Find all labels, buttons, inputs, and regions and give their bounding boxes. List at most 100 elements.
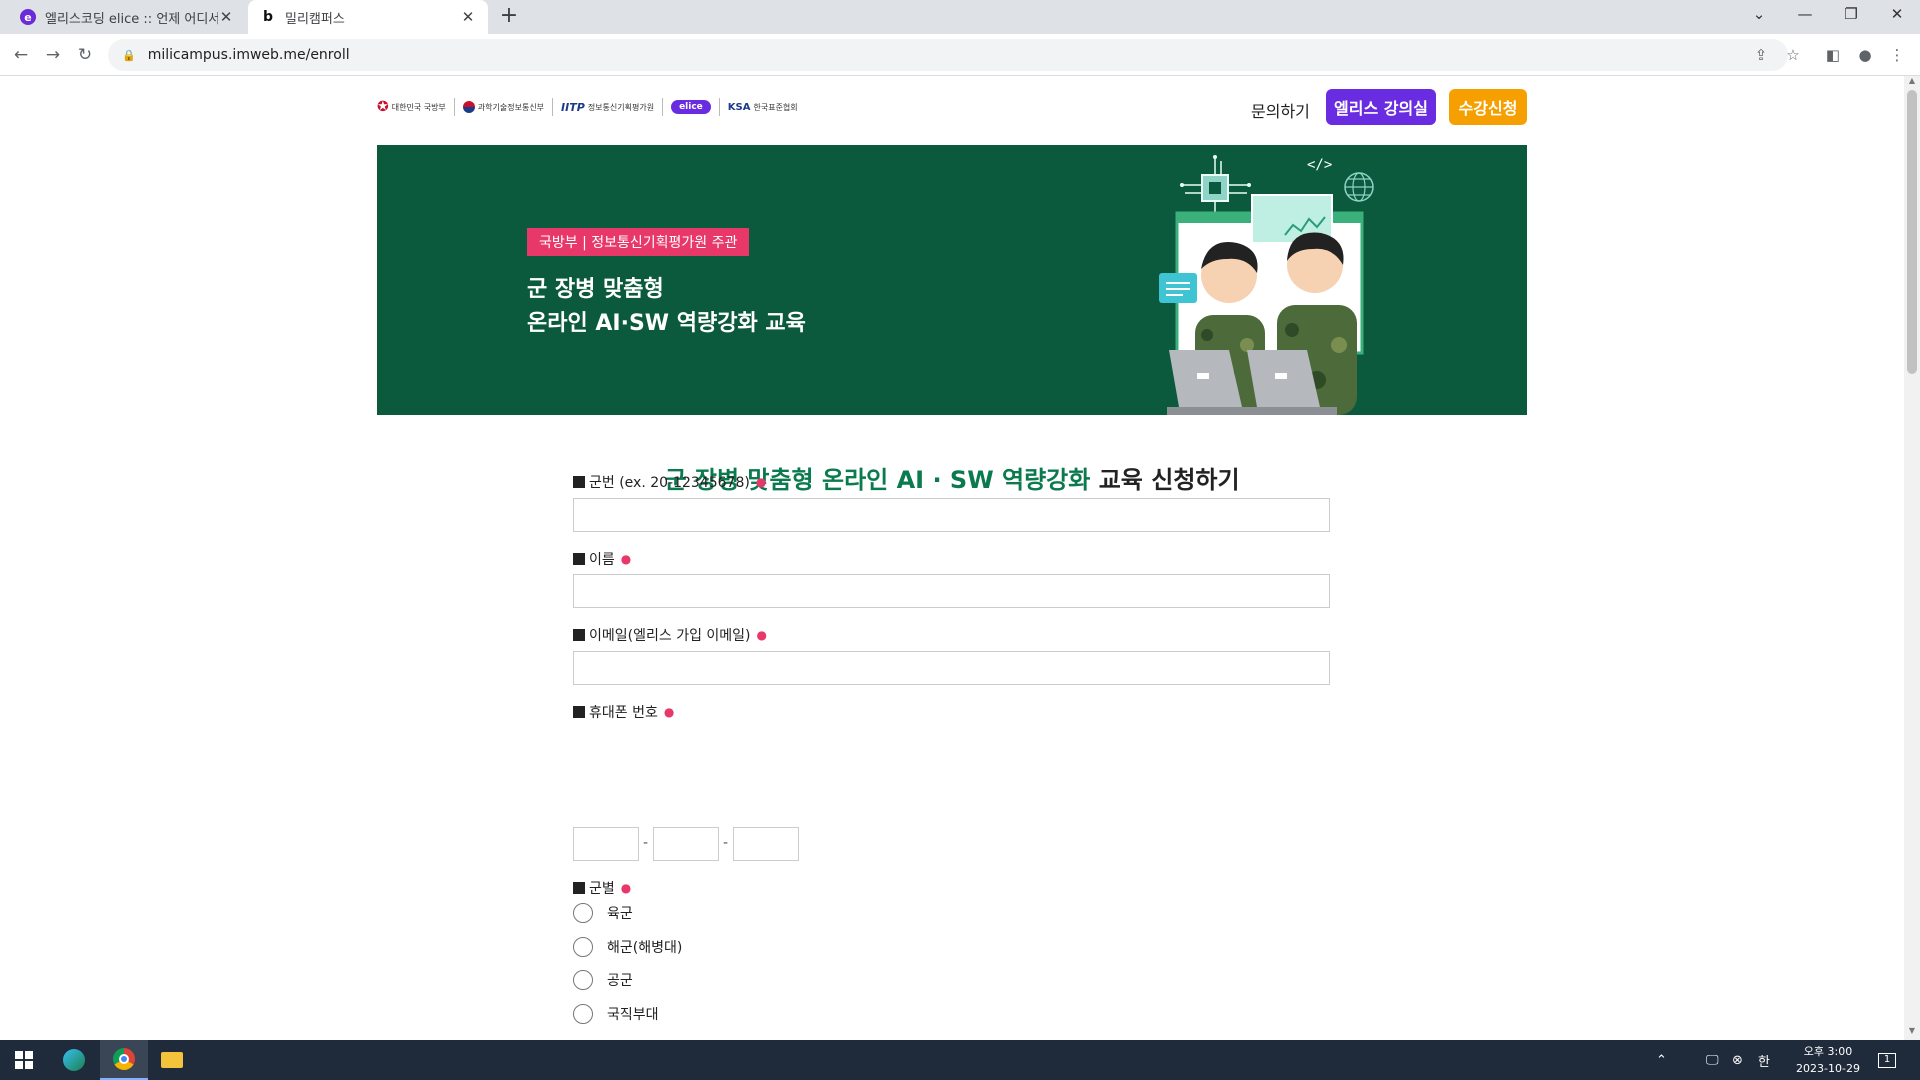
- volume-muted-icon[interactable]: ⊗: [1732, 1040, 1743, 1080]
- back-icon[interactable]: ←: [8, 42, 34, 68]
- chip-icon: [1180, 155, 1251, 215]
- branch-option-label: 해군(해병대): [607, 940, 683, 956]
- reload-icon[interactable]: ↻: [72, 42, 98, 68]
- edge-taskbar-button[interactable]: [50, 1040, 98, 1080]
- start-button[interactable]: [0, 1040, 48, 1080]
- network-icon[interactable]: 🖵: [1706, 1040, 1719, 1080]
- mnd-emblem-icon: ✪: [377, 99, 389, 115]
- inquiry-link[interactable]: 문의하기: [1251, 98, 1310, 122]
- phone-part2-input[interactable]: [653, 827, 719, 861]
- enroll-button[interactable]: 수강신청: [1449, 89, 1527, 125]
- phone-separator: -: [643, 835, 649, 851]
- close-window-button[interactable]: ✕: [1874, 0, 1920, 30]
- organizer-tag: 국방부 | 정보통신기획평가원 주관: [527, 228, 750, 256]
- windows-taskbar: ⌃ 🖵 ⊗ 한 오후 3:00 2023-10-29 1: [0, 1040, 1920, 1080]
- banner-heading: 군 장병 맞춤형 온라인 AI·SW 역량강화 교육: [527, 273, 806, 341]
- tab-title: 엘리스코딩 elice :: 언제 어디서: [45, 11, 218, 27]
- taegeuk-icon: [462, 101, 475, 113]
- radio-button[interactable]: [573, 1004, 593, 1024]
- iitp-logo-mark: IITP: [561, 100, 585, 114]
- show-hidden-icons-icon[interactable]: ⌃: [1656, 1040, 1667, 1080]
- page-scrollbar[interactable]: ▲ ▼: [1904, 76, 1920, 1040]
- bookmark-star-icon[interactable]: ☆: [1780, 42, 1806, 68]
- phone-part1-input[interactable]: [573, 827, 639, 861]
- required-dot-icon: ●: [663, 705, 675, 719]
- forward-icon[interactable]: →: [40, 42, 66, 68]
- hero-banner: 국방부 | 정보통신기획평가원 주관 군 장병 맞춤형 온라인 AI·SW 역량…: [377, 145, 1527, 415]
- elice-logo-text: elice: [671, 100, 711, 114]
- notification-center-icon[interactable]: 1: [1878, 1040, 1896, 1080]
- system-clock[interactable]: 오후 3:00 2023-10-29: [1786, 1043, 1870, 1077]
- close-tab-icon[interactable]: ✕: [460, 8, 476, 26]
- browser-tab-bar: e 엘리스코딩 elice :: 언제 어디서 ✕ b 밀리캠퍼스 ✕ + ⌄ …: [0, 0, 1920, 34]
- radio-button[interactable]: [573, 903, 593, 923]
- tab-search-icon[interactable]: ⌄: [1736, 0, 1782, 30]
- radio-button[interactable]: [573, 937, 593, 957]
- bullet-square-icon: [573, 882, 585, 894]
- email-label-text: 이메일(엘리스 가입 이메일): [589, 628, 751, 644]
- form-title: 군 장병 맞춤형 온라인 AI · SW 역량강화 교육 신청하기: [0, 460, 1904, 495]
- browser-tab-milicampus[interactable]: b 밀리캠퍼스 ✕: [248, 0, 488, 34]
- logo-divider: [552, 98, 554, 116]
- iitp-logo-text: 정보통신기획평가원: [587, 102, 655, 112]
- phone-label: 휴대폰 번호 ●: [573, 702, 674, 722]
- service-number-label-text: 군번 (ex. 20-12345678): [589, 475, 750, 491]
- site-header: ✪ 대한민국 국방부 과학기술정보통신부 IITP 정보통신기획평가원 elic…: [377, 88, 1527, 128]
- branch-option-direct-unit[interactable]: 국직부대: [573, 1004, 659, 1024]
- close-tab-icon[interactable]: ✕: [218, 8, 234, 26]
- edge-icon: [63, 1049, 85, 1071]
- clock-time: 오후 3:00: [1803, 1045, 1853, 1058]
- share-icon[interactable]: ⇪: [1748, 42, 1774, 68]
- lock-icon: 🔒: [122, 48, 136, 62]
- ime-language-icon[interactable]: 한: [1758, 1040, 1770, 1080]
- msit-logo[interactable]: 과학기술정보통신부: [462, 101, 545, 113]
- form-title-suffix: 교육 신청하기: [1098, 466, 1240, 494]
- bullet-square-icon: [573, 706, 585, 718]
- branch-label-text: 군별: [589, 881, 615, 897]
- name-label-text: 이름: [589, 552, 615, 568]
- phone-separator: -: [723, 835, 729, 851]
- tab-title: 밀리캠퍼스: [285, 11, 345, 27]
- mnd-logo[interactable]: ✪ 대한민국 국방부: [377, 99, 446, 115]
- required-dot-icon: ●: [620, 552, 632, 566]
- scrollbar-thumb[interactable]: [1907, 90, 1917, 374]
- branch-option-label: 육군: [607, 906, 633, 922]
- branch-option-army[interactable]: 육군: [573, 903, 633, 923]
- address-bar[interactable]: 🔒 milicampus.imweb.me/enroll: [108, 39, 1788, 71]
- globe-icon: [1344, 172, 1374, 202]
- chrome-taskbar-button[interactable]: [100, 1040, 148, 1080]
- scroll-up-icon[interactable]: ▲: [1904, 76, 1920, 90]
- elice-classroom-button[interactable]: 엘리스 강의실: [1326, 89, 1436, 125]
- branch-option-airforce[interactable]: 공군: [573, 970, 633, 990]
- page-content: ✪ 대한민국 국방부 과학기술정보통신부 IITP 정보통신기획평가원 elic…: [0, 76, 1904, 1040]
- logo-divider: [718, 98, 720, 116]
- msit-logo-text: 과학기술정보통신부: [477, 102, 545, 112]
- minimize-button[interactable]: —: [1782, 0, 1828, 30]
- imweb-favicon-icon: b: [262, 9, 274, 25]
- phone-label-text: 휴대폰 번호: [589, 705, 658, 721]
- bullet-square-icon: [573, 553, 585, 565]
- name-input[interactable]: [573, 574, 1330, 608]
- elice-logo[interactable]: elice: [671, 100, 711, 114]
- banner-heading-line1: 군 장병 맞춤형: [527, 277, 664, 302]
- browser-tab-elice[interactable]: e 엘리스코딩 elice :: 언제 어디서 ✕: [8, 0, 246, 34]
- ksa-logo-mark: KSA: [727, 101, 751, 113]
- restore-button[interactable]: ❐: [1828, 0, 1874, 30]
- service-number-input[interactable]: [573, 498, 1330, 532]
- phone-part3-input[interactable]: [733, 827, 799, 861]
- branch-option-navy[interactable]: 해군(해병대): [573, 937, 682, 957]
- profile-avatar-icon[interactable]: ●: [1852, 42, 1878, 68]
- required-dot-icon: ●: [620, 881, 632, 895]
- elice-favicon-icon: e: [20, 9, 36, 25]
- code-tag-icon: </>: [1307, 157, 1332, 173]
- file-explorer-taskbar-button[interactable]: [148, 1040, 196, 1080]
- new-tab-button[interactable]: +: [496, 4, 522, 30]
- menu-kebab-icon[interactable]: ⋮: [1884, 42, 1910, 68]
- required-dot-icon: ●: [756, 628, 767, 642]
- radio-button[interactable]: [573, 970, 593, 990]
- ksa-logo[interactable]: KSA 한국표준협회: [728, 102, 798, 113]
- side-panel-icon[interactable]: ◧: [1820, 42, 1846, 68]
- scroll-down-icon[interactable]: ▼: [1904, 1026, 1920, 1040]
- email-input[interactable]: [573, 651, 1330, 685]
- iitp-logo[interactable]: IITP 정보통신기획평가원: [561, 101, 654, 114]
